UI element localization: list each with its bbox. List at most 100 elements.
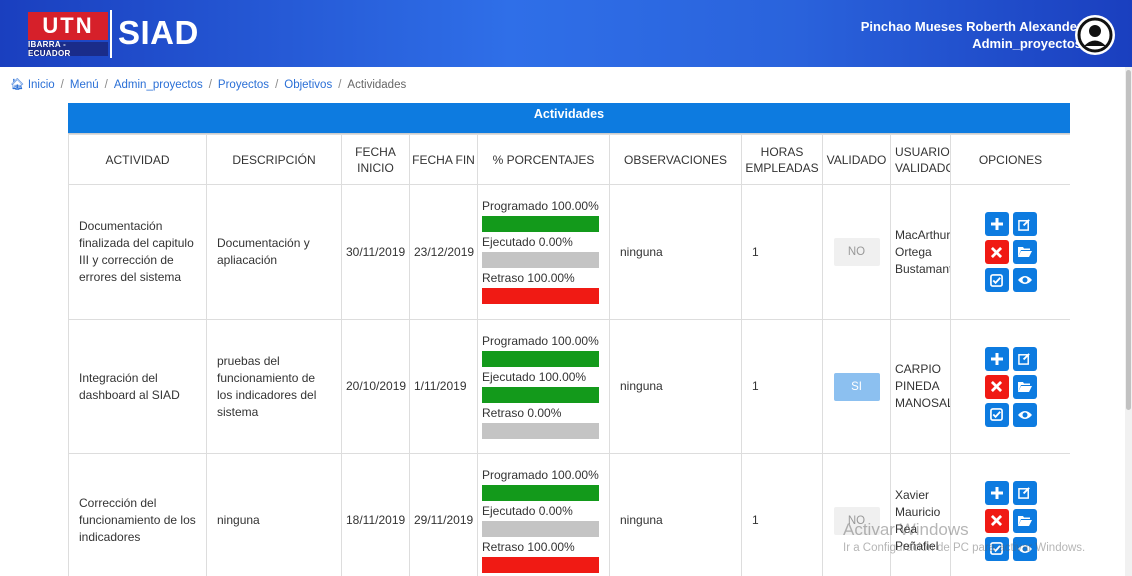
- breadcrumb-item-proyectos[interactable]: Proyectos: [218, 79, 269, 91]
- programado-label: Programado 100.00%: [482, 199, 599, 213]
- close-icon: [991, 515, 1002, 526]
- edit-icon: [1018, 353, 1030, 365]
- breadcrumb-current: Actividades: [347, 79, 407, 91]
- breadcrumb-item-admin[interactable]: Admin_proyectos: [114, 79, 203, 91]
- ejecutado-label: Ejecutado 100.00%: [482, 369, 587, 384]
- cell-opciones: [950, 184, 1070, 320]
- col-fecha-inicio[interactable]: FECHA INICIO: [341, 134, 410, 185]
- eye-icon: [1017, 544, 1032, 553]
- col-horas[interactable]: HORAS EMPLEADAS: [741, 134, 823, 185]
- cell-horas: 1: [741, 453, 823, 576]
- user-name: Pinchao Mueses Roberth Alexander: [860, 19, 1082, 34]
- utn-logo[interactable]: UTN IBARRA - ECUADOR: [28, 12, 108, 58]
- user-role: Admin_proyectos: [972, 36, 1082, 51]
- cell-actividad: Documentación finalizada del capitulo II…: [68, 184, 207, 320]
- close-icon: [991, 381, 1002, 392]
- col-observaciones[interactable]: OBSERVACIONES: [609, 134, 742, 185]
- delete-button[interactable]: [984, 508, 1009, 533]
- edit-button[interactable]: [1012, 480, 1037, 505]
- cell-observaciones: ninguna: [609, 453, 742, 576]
- user-info: Pinchao Mueses Roberth Alexander Admin_p…: [861, 18, 1082, 52]
- cell-validado: SI: [822, 319, 891, 454]
- validate-button[interactable]: [984, 536, 1009, 561]
- programado-bar: [482, 484, 599, 501]
- cell-porcentajes: Programado 100.00% Ejecutado 100.00% Ret…: [477, 319, 610, 454]
- validado-badge[interactable]: NO: [833, 238, 880, 266]
- validado-badge[interactable]: NO: [833, 506, 880, 535]
- add-button[interactable]: [984, 346, 1009, 371]
- logo-text: UTN: [28, 12, 108, 40]
- add-button[interactable]: [984, 480, 1009, 505]
- cell-usuario: Xavier Mauricio Rea Peñafiel: [890, 453, 951, 576]
- app-name[interactable]: SIAD: [118, 13, 199, 53]
- edit-icon: [1018, 487, 1030, 499]
- open-folder-button[interactable]: [1012, 374, 1037, 399]
- open-folder-button[interactable]: [1012, 508, 1037, 533]
- delete-button[interactable]: [984, 374, 1009, 399]
- programado-bar: [482, 350, 599, 367]
- col-descripcion[interactable]: DESCRIPCIÓN: [206, 134, 342, 185]
- logo-divider: [110, 10, 112, 58]
- edit-button[interactable]: [1012, 212, 1037, 236]
- programado-bar: [482, 216, 599, 232]
- add-button[interactable]: [984, 212, 1009, 236]
- cell-observaciones: ninguna: [609, 319, 742, 454]
- cell-usuario: CARPIO PINEDA MANOSALVAS: [890, 319, 951, 454]
- cell-actividad: Corrección del funcionamiento de los ind…: [68, 453, 207, 576]
- cell-observaciones: ninguna: [609, 184, 742, 320]
- col-actividad[interactable]: ACTIVIDAD: [68, 134, 207, 185]
- ejecutado-label: Ejecutado 0.00%: [482, 235, 573, 249]
- folder-open-icon: [1017, 381, 1032, 392]
- cell-fecha-inicio: 18/11/2019: [341, 453, 410, 576]
- table-row: Integración del dashboard al SIAD prueba…: [68, 319, 1070, 454]
- cell-validado: NO: [822, 184, 891, 320]
- breadcrumb-item-menu[interactable]: Menú: [70, 79, 99, 91]
- retraso-bar: [482, 422, 599, 439]
- view-button[interactable]: [1012, 402, 1037, 427]
- cell-fecha-inicio: 20/10/2019: [341, 319, 410, 454]
- check-square-icon: [990, 273, 1003, 287]
- col-fecha-fin[interactable]: FECHA FIN: [409, 134, 478, 185]
- breadcrumb: 🏠︎ Inicio / Menú / Admin_proyectos / Proyectos…: [10, 79, 407, 91]
- breadcrumb-home[interactable]: 🏠︎ Inicio: [10, 79, 55, 91]
- open-folder-button[interactable]: [1012, 240, 1037, 264]
- validate-button[interactable]: [984, 268, 1009, 292]
- eye-icon: [1017, 410, 1032, 419]
- delete-button[interactable]: [984, 240, 1009, 264]
- check-square-icon: [990, 408, 1003, 421]
- cell-opciones: [950, 453, 1070, 576]
- home-icon: 🏠︎: [10, 79, 25, 91]
- plus-icon: [990, 218, 1003, 230]
- panel-title: Actividades: [68, 103, 1070, 134]
- view-button[interactable]: [1012, 536, 1037, 561]
- breadcrumb-item-objetivos[interactable]: Objetivos: [284, 79, 332, 91]
- cell-fecha-fin: 29/11/2019: [409, 453, 478, 576]
- validado-badge[interactable]: SI: [833, 372, 880, 401]
- folder-open-icon: [1017, 247, 1032, 257]
- retraso-label: Retraso 100.00%: [482, 271, 575, 285]
- table-header-row: ACTIVIDAD DESCRIPCIÓN FECHA INICIO FECHA…: [68, 134, 1070, 185]
- col-usuario[interactable]: USUARIO VALIDADOR: [890, 134, 951, 185]
- activities-panel: Actividades ACTIVIDAD DESCRIPCIÓN FECHA …: [68, 103, 1070, 576]
- table-row: Documentación finalizada del capitulo II…: [68, 184, 1070, 320]
- programado-label: Programado 100.00%: [482, 333, 599, 348]
- col-opciones: OPCIONES: [950, 134, 1070, 185]
- cell-horas: 1: [741, 184, 823, 320]
- cell-validado: NO: [822, 453, 891, 576]
- view-button[interactable]: [1012, 268, 1037, 292]
- ejecutado-bar: [482, 386, 599, 403]
- programado-label: Programado 100.00%: [482, 467, 599, 482]
- user-avatar-icon[interactable]: [1075, 15, 1115, 55]
- cell-opciones: [950, 319, 1070, 454]
- cell-horas: 1: [741, 319, 823, 454]
- folder-open-icon: [1017, 515, 1032, 526]
- retraso-label: Retraso 100.00%: [482, 539, 575, 554]
- validate-button[interactable]: [984, 402, 1009, 427]
- cell-descripcion: Documentación y apliacación: [206, 184, 342, 320]
- col-validado[interactable]: VALIDADO: [822, 134, 891, 185]
- edit-button[interactable]: [1012, 346, 1037, 371]
- cell-fecha-fin: 23/12/2019: [409, 184, 478, 320]
- ejecutado-bar: [482, 252, 599, 268]
- page-scrollbar-thumb[interactable]: [1126, 70, 1131, 410]
- col-porcentajes[interactable]: % PORCENTAJES: [477, 134, 610, 185]
